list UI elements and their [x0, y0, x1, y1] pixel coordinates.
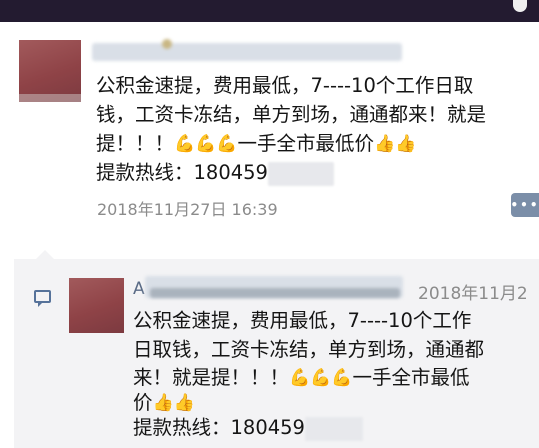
ellipsis-icon: ••• [510, 198, 539, 212]
comment-line-3-text: 来！就是提！！！ [133, 366, 290, 389]
commenter-name-initial[interactable]: A [133, 279, 145, 299]
comment-line-4: 价👍👍 [133, 389, 195, 417]
hotline-redaction [267, 161, 334, 186]
post-line-3-tail: 一手全市最低价 [237, 132, 375, 155]
post-line-2: 钱，工资卡冻结，单方到场，通通都来！就是 [96, 103, 487, 126]
commenter-name-redacted-detail [150, 288, 400, 298]
thumbs-up-emoji: 👍 [374, 134, 396, 154]
avatar-band [19, 94, 81, 102]
post-hotline: 提款热线：180459 [96, 159, 334, 187]
thumbs-up-emoji: 👍 [173, 393, 195, 413]
comment-line-4-text: 价 [133, 391, 153, 414]
comment-line-3: 来！就是提！！！💪💪💪一手全市最低 [133, 364, 470, 392]
flex-emoji: 💪 [310, 368, 332, 388]
hotline-label: 提款热线： [96, 161, 194, 184]
name-emblem [162, 39, 172, 49]
flex-emoji: 💪 [216, 134, 238, 154]
hotline-label: 提款热线： [133, 416, 231, 439]
post-line-1: 公积金速提，费用最低，7----10个工作日取 [96, 74, 474, 97]
flex-emoji: 💪 [289, 368, 311, 388]
poster-avatar[interactable] [19, 40, 81, 102]
commenter-avatar[interactable] [69, 278, 124, 333]
more-actions-button[interactable]: ••• [511, 193, 539, 217]
comment-line-1: 公积金速提，费用最低，7----10个工作 [133, 309, 472, 332]
poster-name-redacted[interactable] [92, 39, 402, 61]
comment-panel-arrow [36, 250, 54, 259]
top-bar-notch [513, 0, 527, 12]
flex-emoji: 💪 [174, 134, 196, 154]
thumbs-up-emoji: 👍 [395, 134, 417, 154]
top-status-bar [0, 0, 539, 22]
hotline-number: 180459 [230, 416, 305, 439]
hotline-redaction [304, 416, 363, 441]
post-line-3: 提！！！💪💪💪一手全市最低价👍👍 [96, 130, 416, 158]
comment-line-3-tail: 一手全市最低 [352, 366, 470, 389]
comment-timestamp: 2018年11月2 [418, 284, 528, 304]
flex-emoji: 💪 [331, 368, 353, 388]
hotline-number: 180459 [193, 161, 268, 184]
comment-icon [34, 290, 51, 307]
post-line-3-text: 提！！！ [96, 132, 175, 155]
thumbs-up-emoji: 👍 [152, 393, 174, 413]
flex-emoji: 💪 [195, 134, 217, 154]
comment-line-2: 日取钱，工资卡冻结，单方到场，通通都 [133, 338, 485, 361]
post-timestamp: 2018年11月27日 16:39 [97, 200, 278, 219]
comment-hotline: 提款热线：180459 [133, 414, 363, 442]
